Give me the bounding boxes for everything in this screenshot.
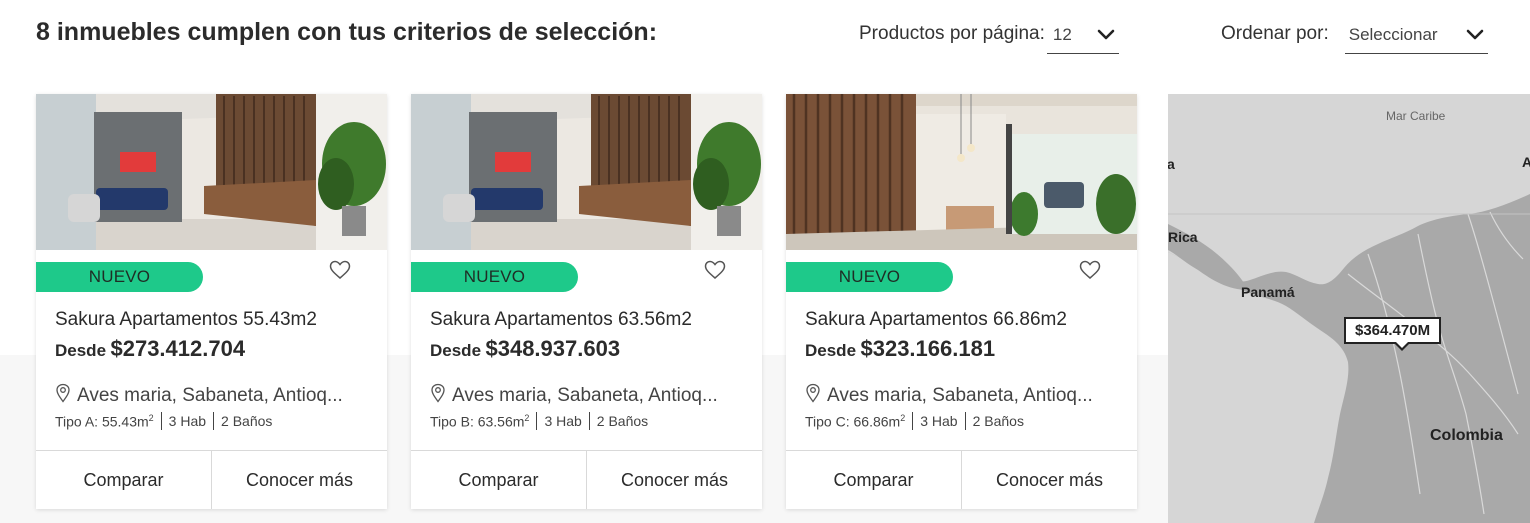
new-badge: NUEVO bbox=[36, 262, 203, 292]
map-label-costa-rica: Rica bbox=[1168, 229, 1198, 245]
property-specs: Tipo C: 66.86m2 3 Hab 2 Baños bbox=[805, 412, 1024, 430]
spec-divider bbox=[912, 412, 914, 430]
card-actions: Comparar Conocer más bbox=[36, 450, 387, 509]
learn-more-button[interactable]: Conocer más bbox=[211, 451, 387, 509]
spec-divider bbox=[213, 412, 215, 430]
map-label-panama: Panamá bbox=[1241, 284, 1295, 300]
property-photo[interactable] bbox=[36, 94, 387, 250]
price-prefix: Desde bbox=[55, 341, 107, 360]
location: Aves maria, Sabaneta, Antioq... bbox=[55, 383, 343, 408]
location-text: Aves maria, Sabaneta, Antioq... bbox=[452, 384, 718, 406]
order-by-control: Ordenar por: Seleccionar bbox=[1221, 22, 1488, 54]
price-value: $323.166.181 bbox=[860, 336, 996, 361]
spec-divider bbox=[536, 412, 538, 430]
location-text: Aves maria, Sabaneta, Antioq... bbox=[77, 384, 343, 406]
heart-icon[interactable] bbox=[1079, 260, 1101, 285]
map-label-fragment: a bbox=[1168, 156, 1175, 172]
spec-divider bbox=[964, 412, 966, 430]
compare-button[interactable]: Comparar bbox=[36, 451, 211, 509]
map-price-pin[interactable]: $364.470M bbox=[1344, 317, 1442, 351]
per-page-control: Productos por página: 12 bbox=[859, 22, 1119, 54]
map-canvas[interactable] bbox=[1168, 94, 1530, 523]
price-row: Desde $348.937.603 bbox=[430, 336, 620, 362]
compare-button[interactable]: Comparar bbox=[786, 451, 961, 509]
spec-divider bbox=[160, 412, 162, 430]
property-card: NUEVO Sakura Apartamentos 66.86m2 Desde … bbox=[786, 94, 1137, 509]
price-row: Desde $323.166.181 bbox=[805, 336, 995, 362]
price-prefix: Desde bbox=[805, 341, 857, 360]
card-actions: Comparar Conocer más bbox=[786, 450, 1137, 509]
map-label-sea: Mar Caribe bbox=[1386, 109, 1446, 123]
per-page-value: 12 bbox=[1052, 25, 1072, 44]
location-text: Aves maria, Sabaneta, Antioq... bbox=[827, 384, 1093, 406]
property-card: NUEVO Sakura Apartamentos 55.43m2 Desde … bbox=[36, 94, 387, 509]
location: Aves maria, Sabaneta, Antioq... bbox=[805, 383, 1093, 408]
property-specs: Tipo B: 63.56m2 3 Hab 2 Baños bbox=[430, 412, 648, 430]
property-card: NUEVO Sakura Apartamentos 63.56m2 Desde … bbox=[411, 94, 762, 509]
location-pin-icon bbox=[55, 383, 71, 408]
per-page-select[interactable]: 12 bbox=[1046, 22, 1119, 54]
order-by-select[interactable]: Seleccionar bbox=[1344, 22, 1488, 54]
chevron-down-icon bbox=[1466, 25, 1484, 48]
spec-rooms: 3 Hab bbox=[920, 413, 958, 429]
compare-button[interactable]: Comparar bbox=[411, 451, 586, 509]
property-photo[interactable] bbox=[786, 94, 1137, 250]
spec-baths: 2 Baños bbox=[221, 413, 273, 429]
spec-rooms: 3 Hab bbox=[168, 413, 207, 429]
results-map[interactable]: Mar Caribe a A Rica Panamá Colombia $364… bbox=[1168, 94, 1530, 523]
order-by-value: Seleccionar bbox=[1348, 25, 1438, 44]
property-photo[interactable] bbox=[411, 94, 762, 250]
learn-more-button[interactable]: Conocer más bbox=[586, 451, 762, 509]
learn-more-button[interactable]: Conocer más bbox=[961, 451, 1137, 509]
map-label-fragment: A bbox=[1522, 154, 1530, 170]
property-name: Sakura Apartamentos 63.56m2 bbox=[430, 309, 692, 330]
spec-type: Tipo A: 55.43m2 bbox=[55, 412, 154, 430]
heart-icon[interactable] bbox=[329, 260, 351, 285]
location: Aves maria, Sabaneta, Antioq... bbox=[430, 383, 718, 408]
spec-rooms: 3 Hab bbox=[544, 413, 582, 429]
spec-type: Tipo C: 66.86m2 bbox=[805, 412, 906, 430]
property-name: Sakura Apartamentos 55.43m2 bbox=[55, 309, 317, 330]
heart-icon[interactable] bbox=[704, 260, 726, 285]
spec-type: Tipo B: 63.56m2 bbox=[430, 412, 530, 430]
price-prefix: Desde bbox=[430, 341, 482, 360]
price-value: $348.937.603 bbox=[485, 336, 621, 361]
property-specs: Tipo A: 55.43m2 3 Hab 2 Baños bbox=[55, 412, 272, 430]
per-page-label: Productos por página: bbox=[859, 23, 1045, 44]
order-by-label: Ordenar por: bbox=[1221, 23, 1329, 44]
property-name: Sakura Apartamentos 66.86m2 bbox=[805, 309, 1067, 330]
price-row: Desde $273.412.704 bbox=[55, 336, 245, 362]
price-value: $273.412.704 bbox=[110, 336, 246, 361]
chevron-down-icon bbox=[1097, 25, 1115, 48]
card-actions: Comparar Conocer más bbox=[411, 450, 762, 509]
location-pin-icon bbox=[805, 383, 821, 408]
map-label-colombia: Colombia bbox=[1430, 427, 1503, 444]
spec-baths: 2 Baños bbox=[596, 413, 649, 429]
new-badge: NUEVO bbox=[411, 262, 578, 292]
spec-baths: 2 Baños bbox=[972, 413, 1024, 429]
results-title: 8 inmuebles cumplen con tus criterios de… bbox=[36, 18, 658, 46]
location-pin-icon bbox=[430, 383, 446, 408]
spec-divider bbox=[588, 412, 590, 430]
new-badge: NUEVO bbox=[786, 262, 953, 292]
